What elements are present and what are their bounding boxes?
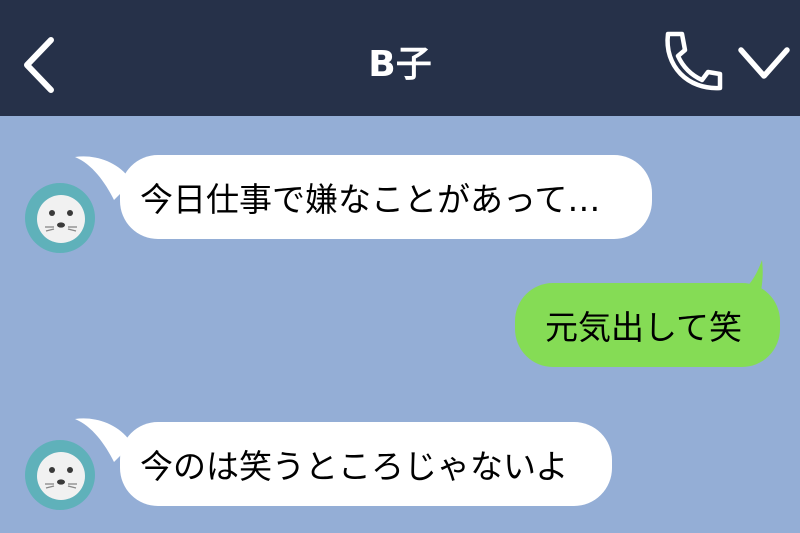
call-button[interactable]	[654, 28, 726, 96]
message-text: 今のは笑うところじゃないよ	[140, 447, 569, 486]
message-bubble-incoming[interactable]: 今日仕事で嫌なことがあって…	[120, 155, 652, 239]
menu-button[interactable]	[736, 42, 792, 84]
chat-title: B子	[368, 44, 432, 85]
chat-screen: B子 今日仕事で嫌なことがあって… 元気出して笑 今のは笑うところじゃないよ	[0, 0, 800, 533]
message-bubble-incoming[interactable]: 今のは笑うところじゃないよ	[120, 422, 612, 506]
chat-header: B子	[0, 0, 800, 116]
message-text: 今日仕事で嫌なことがあって…	[140, 180, 601, 219]
chevron-down-icon	[738, 47, 790, 79]
phone-icon	[665, 31, 723, 91]
back-button[interactable]	[18, 34, 62, 96]
message-bubble-outgoing[interactable]: 元気出して笑	[515, 283, 780, 367]
chevron-left-icon	[24, 37, 54, 93]
message-text: 元気出して笑	[545, 308, 743, 347]
